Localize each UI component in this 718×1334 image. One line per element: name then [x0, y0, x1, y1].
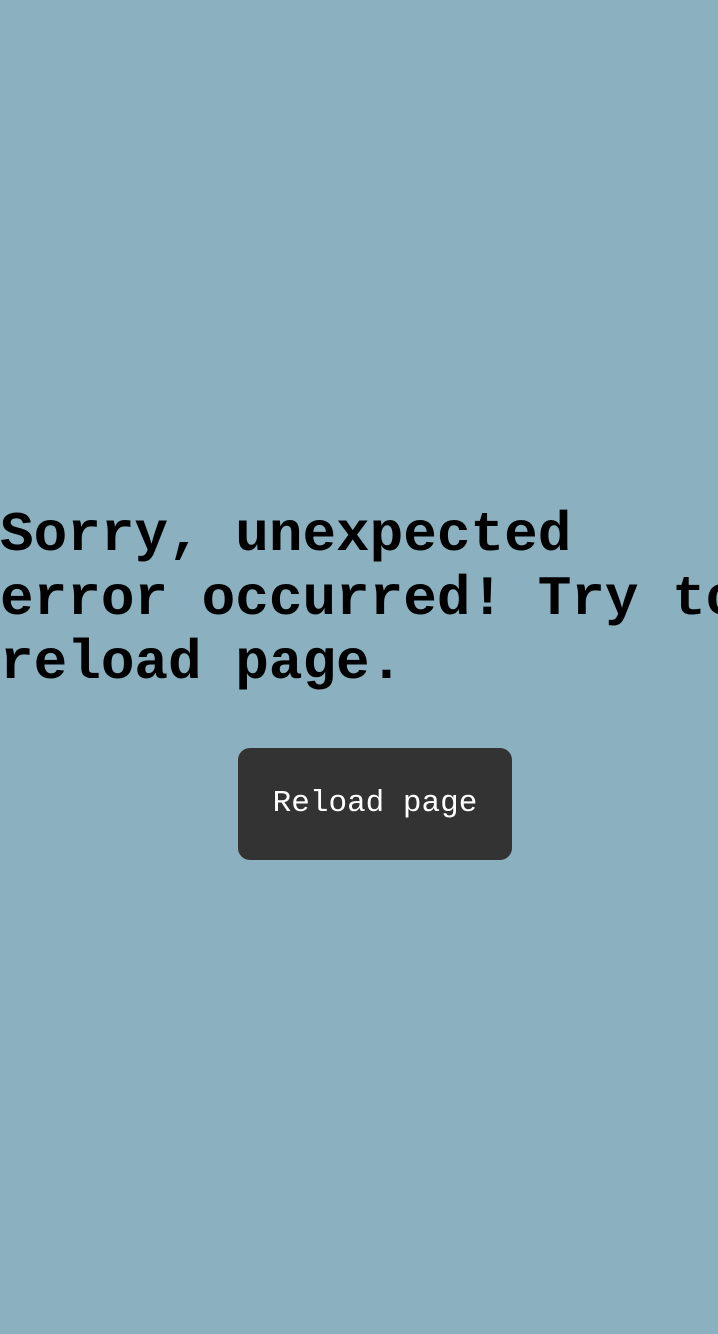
error-screen: Sorry, unexpected error occurred! Try to… [0, 0, 718, 1334]
error-message: Sorry, unexpected error occurred! Try to… [0, 503, 718, 695]
reload-page-button[interactable]: Reload page [238, 748, 512, 860]
